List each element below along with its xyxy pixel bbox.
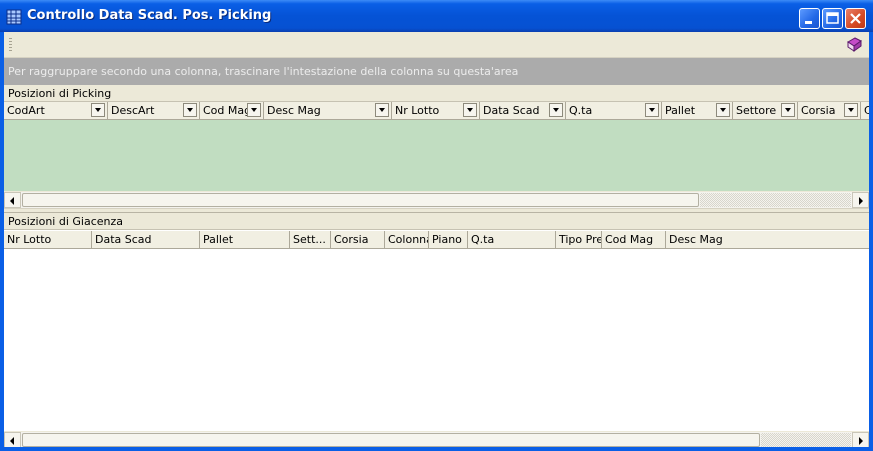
- group-by-hint: Per raggruppare secondo una colonna, tra…: [8, 65, 519, 78]
- chevron-down-icon[interactable]: [463, 103, 477, 117]
- picking-col-qta[interactable]: Q.ta: [566, 102, 662, 119]
- giacenza-col-label: Sett...: [293, 233, 326, 246]
- giacenza-col-tipoprel[interactable]: Tipo Prel: [556, 231, 602, 248]
- picking-col-c[interactable]: C: [861, 102, 869, 119]
- giacenza-col-label: Tipo Prel: [559, 233, 602, 246]
- giacenza-col-codmag[interactable]: Cod Mag: [602, 231, 666, 248]
- giacenza-col-colonna[interactable]: Colonna: [385, 231, 429, 248]
- picking-col-label: Settore: [736, 104, 777, 117]
- picking-hscrollbar[interactable]: [4, 191, 869, 208]
- giacenza-col-label: Desc Mag: [669, 233, 723, 246]
- giacenza-col-settore[interactable]: Sett...: [290, 231, 331, 248]
- picking-caption: Posizioni di Picking: [4, 85, 869, 102]
- giacenza-col-label: Corsia: [334, 233, 369, 246]
- giacenza-col-nrlotto[interactable]: Nr Lotto: [4, 231, 92, 248]
- window-frame-bottom: [0, 447, 873, 451]
- picking-caption-text: Posizioni di Picking: [8, 87, 112, 100]
- picking-col-settore[interactable]: Settore: [733, 102, 798, 119]
- scroll-right-button[interactable]: [852, 432, 869, 448]
- scroll-thumb[interactable]: [22, 193, 699, 207]
- giacenza-col-label: Cod Mag: [605, 233, 654, 246]
- picking-col-datascad[interactable]: Data Scad: [480, 102, 566, 119]
- picking-col-label: CodArt: [7, 104, 45, 117]
- minimize-icon: [805, 21, 812, 24]
- maximize-button[interactable]: [822, 8, 843, 29]
- chevron-down-icon[interactable]: [781, 103, 795, 117]
- chevron-down-icon[interactable]: [91, 103, 105, 117]
- picking-col-label: C: [864, 104, 869, 117]
- picking-col-descmag[interactable]: Desc Mag: [264, 102, 392, 119]
- scroll-right-button[interactable]: [852, 192, 869, 208]
- giacenza-col-pallet[interactable]: Pallet: [200, 231, 290, 248]
- giacenza-col-qta[interactable]: Q.ta: [468, 231, 556, 248]
- maximize-icon: [826, 12, 839, 24]
- giacenza-caption-text: Posizioni di Giacenza: [8, 215, 124, 228]
- giacenza-col-label: Pallet: [203, 233, 234, 246]
- toolbar: [4, 32, 869, 58]
- giacenza-hscrollbar[interactable]: [4, 431, 869, 448]
- picking-col-nrlotto[interactable]: Nr Lotto: [392, 102, 480, 119]
- toolbar-grip-icon[interactable]: [9, 38, 12, 52]
- picking-col-label: Q.ta: [569, 104, 593, 117]
- chevron-down-icon[interactable]: [645, 103, 659, 117]
- giacenza-col-label: Piano: [432, 233, 462, 246]
- giacenza-caption: Posizioni di Giacenza: [4, 213, 869, 230]
- scroll-thumb[interactable]: [22, 433, 760, 447]
- chevron-down-icon[interactable]: [844, 103, 858, 117]
- chevron-down-icon[interactable]: [549, 103, 563, 117]
- picking-col-corsia[interactable]: Corsia: [798, 102, 861, 119]
- picking-col-codmag[interactable]: Cod Mag: [200, 102, 264, 119]
- scroll-track[interactable]: [761, 433, 851, 447]
- chevron-down-icon[interactable]: [247, 103, 261, 117]
- book-icon[interactable]: [845, 36, 863, 54]
- picking-grid-body[interactable]: [4, 120, 869, 191]
- scroll-left-button[interactable]: [4, 432, 21, 448]
- giacenza-col-label: Data Scad: [95, 233, 152, 246]
- giacenza-col-label: Q.ta: [471, 233, 495, 246]
- picking-col-label: Corsia: [801, 104, 836, 117]
- picking-col-label: DescArt: [111, 104, 155, 117]
- giacenza-col-label: Nr Lotto: [7, 233, 52, 246]
- giacenza-col-descmag[interactable]: Desc Mag: [666, 231, 869, 248]
- giacenza-col-label: Colonna: [388, 233, 429, 246]
- picking-col-label: Pallet: [665, 104, 696, 117]
- picking-col-descart[interactable]: DescArt: [108, 102, 200, 119]
- scroll-track[interactable]: [700, 193, 851, 207]
- giacenza-col-corsia[interactable]: Corsia: [331, 231, 385, 248]
- chevron-down-icon[interactable]: [183, 103, 197, 117]
- picking-col-label: Cod Mag: [203, 104, 252, 117]
- picking-col-label: Desc Mag: [267, 104, 321, 117]
- chevron-down-icon[interactable]: [716, 103, 730, 117]
- grid-app-icon: [6, 9, 22, 25]
- minimize-button[interactable]: [799, 8, 820, 29]
- giacenza-grid-body[interactable]: [4, 249, 869, 431]
- group-by-panel[interactable]: Per raggruppare secondo una colonna, tra…: [4, 58, 869, 85]
- window-frame-right: [869, 32, 873, 451]
- giacenza-col-piano[interactable]: Piano: [429, 231, 468, 248]
- close-icon: [850, 13, 861, 24]
- close-button[interactable]: [845, 8, 866, 29]
- picking-col-label: Data Scad: [483, 104, 540, 117]
- scroll-left-button[interactable]: [4, 192, 21, 208]
- giacenza-header: Nr Lotto Data Scad Pallet Sett... Corsia…: [4, 231, 869, 249]
- chevron-down-icon[interactable]: [375, 103, 389, 117]
- picking-col-pallet[interactable]: Pallet: [662, 102, 733, 119]
- window-title: Controllo Data Scad. Pos. Picking: [27, 8, 272, 23]
- picking-col-codart[interactable]: CodArt: [4, 102, 108, 119]
- giacenza-col-datascad[interactable]: Data Scad: [92, 231, 200, 248]
- picking-col-label: Nr Lotto: [395, 104, 440, 117]
- picking-header: CodArt DescArt Cod Mag Desc Mag Nr Lotto…: [4, 102, 869, 120]
- title-bar[interactable]: Controllo Data Scad. Pos. Picking: [0, 0, 873, 32]
